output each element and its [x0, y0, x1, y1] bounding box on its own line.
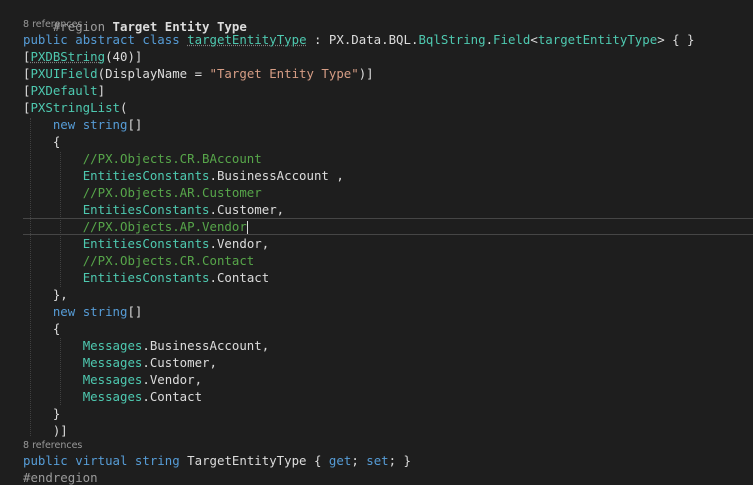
- code-line-class-declaration[interactable]: public abstract class targetEntityType :…: [23, 31, 753, 48]
- property-name: TargetEntityType: [187, 453, 307, 468]
- member-access: .Vendor,: [209, 236, 270, 251]
- member-access: .Customer,: [209, 202, 285, 217]
- keyword-string: string: [82, 304, 128, 319]
- code-line-new-string-1[interactable]: new string[]: [23, 116, 753, 133]
- attribute-name: PXDefault: [30, 83, 98, 98]
- code-editor[interactable]: #region Target Entity Type 8 references …: [0, 0, 753, 485]
- type-messages: Messages: [82, 338, 143, 353]
- bracket: )]: [358, 66, 374, 81]
- code-line-comment-baccount[interactable]: //PX.Objects.CR.BAccount: [23, 150, 753, 167]
- type-field: Field: [493, 32, 531, 47]
- keyword-get: get: [328, 453, 352, 468]
- paren: (: [120, 100, 128, 115]
- keyword-new: new: [52, 304, 76, 319]
- attribute-name: PXStringList: [30, 100, 120, 115]
- code-line-entity-businessaccount[interactable]: EntitiesConstants.BusinessAccount ,: [23, 167, 753, 184]
- code-line-comment-contact[interactable]: //PX.Objects.CR.Contact: [23, 252, 753, 269]
- generic-open: <: [530, 32, 538, 47]
- type-entitiesconstants: EntitiesConstants: [82, 202, 210, 217]
- references-codelens[interactable]: 8 references: [23, 439, 753, 452]
- class-name: targetEntityType: [187, 32, 307, 47]
- keyword-public: public: [23, 453, 68, 468]
- member-access: .Contact: [209, 270, 270, 285]
- keyword-new: new: [52, 117, 76, 132]
- keyword-string: string: [134, 453, 180, 468]
- type-entitiesconstants: EntitiesConstants: [82, 236, 210, 251]
- code-line-brace-close-2[interactable]: }: [23, 405, 753, 422]
- string-literal: "Target Entity Type": [209, 66, 359, 81]
- member-access: .Vendor,: [142, 372, 203, 387]
- code-line-entity-customer[interactable]: EntitiesConstants.Customer,: [23, 201, 753, 218]
- keyword-class: class: [142, 32, 180, 47]
- comment: //PX.Objects.CR.BAccount: [82, 151, 262, 166]
- type-messages: Messages: [82, 372, 143, 387]
- code-line-new-string-2[interactable]: new string[]: [23, 303, 753, 320]
- keyword-set: set: [366, 453, 389, 468]
- member-access: .Customer,: [142, 355, 217, 370]
- comment: //PX.Objects.AR.Customer: [82, 185, 262, 200]
- current-line-highlight: [23, 218, 753, 235]
- bracket: ]: [97, 83, 106, 98]
- type-entitiesconstants: EntitiesConstants: [82, 168, 210, 183]
- endregion-directive: #endregion: [23, 470, 98, 485]
- dot: .: [485, 32, 494, 47]
- code-line-entity-contact[interactable]: EntitiesConstants.Contact: [23, 269, 753, 286]
- array-brackets: []: [127, 304, 143, 319]
- brace: }: [52, 406, 61, 421]
- code-line-entity-vendor[interactable]: EntitiesConstants.Vendor,: [23, 235, 753, 252]
- keyword-public: public: [23, 32, 68, 47]
- namespace-path: : PX.Data.BQL.: [306, 32, 419, 47]
- code-line-property[interactable]: public virtual string TargetEntityType {…: [23, 452, 753, 469]
- keyword-abstract: abstract: [75, 32, 135, 47]
- brace: },: [52, 287, 68, 302]
- brace: {: [52, 134, 61, 149]
- array-brackets: []: [127, 117, 143, 132]
- attribute-name: PXUIField: [30, 66, 98, 81]
- attribute-name: PXDBString: [30, 49, 106, 64]
- code-line-brace-open-2[interactable]: {: [23, 320, 753, 337]
- semicolon: ;: [351, 453, 359, 468]
- code-line-messages-vendor[interactable]: Messages.Vendor,: [23, 371, 753, 388]
- type-messages: Messages: [82, 389, 143, 404]
- code-line-brace-close-1[interactable]: },: [23, 286, 753, 303]
- code-line-attribute-pxstringlist[interactable]: [PXStringList(: [23, 99, 753, 116]
- member-access: .BusinessAccount,: [142, 338, 270, 353]
- brace: {: [313, 453, 322, 468]
- attribute-args: (40)]: [105, 49, 143, 64]
- code-line-region[interactable]: #region Target Entity Type: [23, 1, 753, 34]
- code-line-close-attribute[interactable]: )]: [23, 422, 753, 439]
- brace: {: [52, 321, 61, 336]
- code-line-comment-vendor-current[interactable]: //PX.Objects.AP.Vendor: [23, 218, 753, 235]
- code-line-attribute-pxdefault[interactable]: [PXDefault]: [23, 82, 753, 99]
- code-line-brace-open-1[interactable]: {: [23, 133, 753, 150]
- semicolon-brace: ; }: [388, 453, 412, 468]
- code-line-attribute-pxuifield[interactable]: [PXUIField(DisplayName = "Target Entity …: [23, 65, 753, 82]
- code-line-comment-customer[interactable]: //PX.Objects.AR.Customer: [23, 184, 753, 201]
- type-entitiesconstants: EntitiesConstants: [82, 270, 210, 285]
- type-messages: Messages: [82, 355, 143, 370]
- member-access: .Contact: [142, 389, 203, 404]
- generic-close: > { }: [657, 32, 695, 47]
- code-line-attribute-pxdbstring[interactable]: [PXDBString(40)]: [23, 48, 753, 65]
- keyword-string: string: [82, 117, 128, 132]
- keyword-virtual: virtual: [75, 453, 128, 468]
- code-line-endregion[interactable]: #endregion: [23, 469, 753, 485]
- generic-argument: targetEntityType: [537, 32, 658, 47]
- attribute-close: )]: [52, 423, 68, 438]
- code-line-messages-customer[interactable]: Messages.Customer,: [23, 354, 753, 371]
- type-bqlstring: BqlString: [418, 32, 486, 47]
- member-access: .BusinessAccount ,: [209, 168, 344, 183]
- code-line-messages-contact[interactable]: Messages.Contact: [23, 388, 753, 405]
- attribute-args: (DisplayName =: [97, 66, 210, 81]
- comment: //PX.Objects.CR.Contact: [82, 253, 255, 268]
- code-line-messages-businessaccount[interactable]: Messages.BusinessAccount,: [23, 337, 753, 354]
